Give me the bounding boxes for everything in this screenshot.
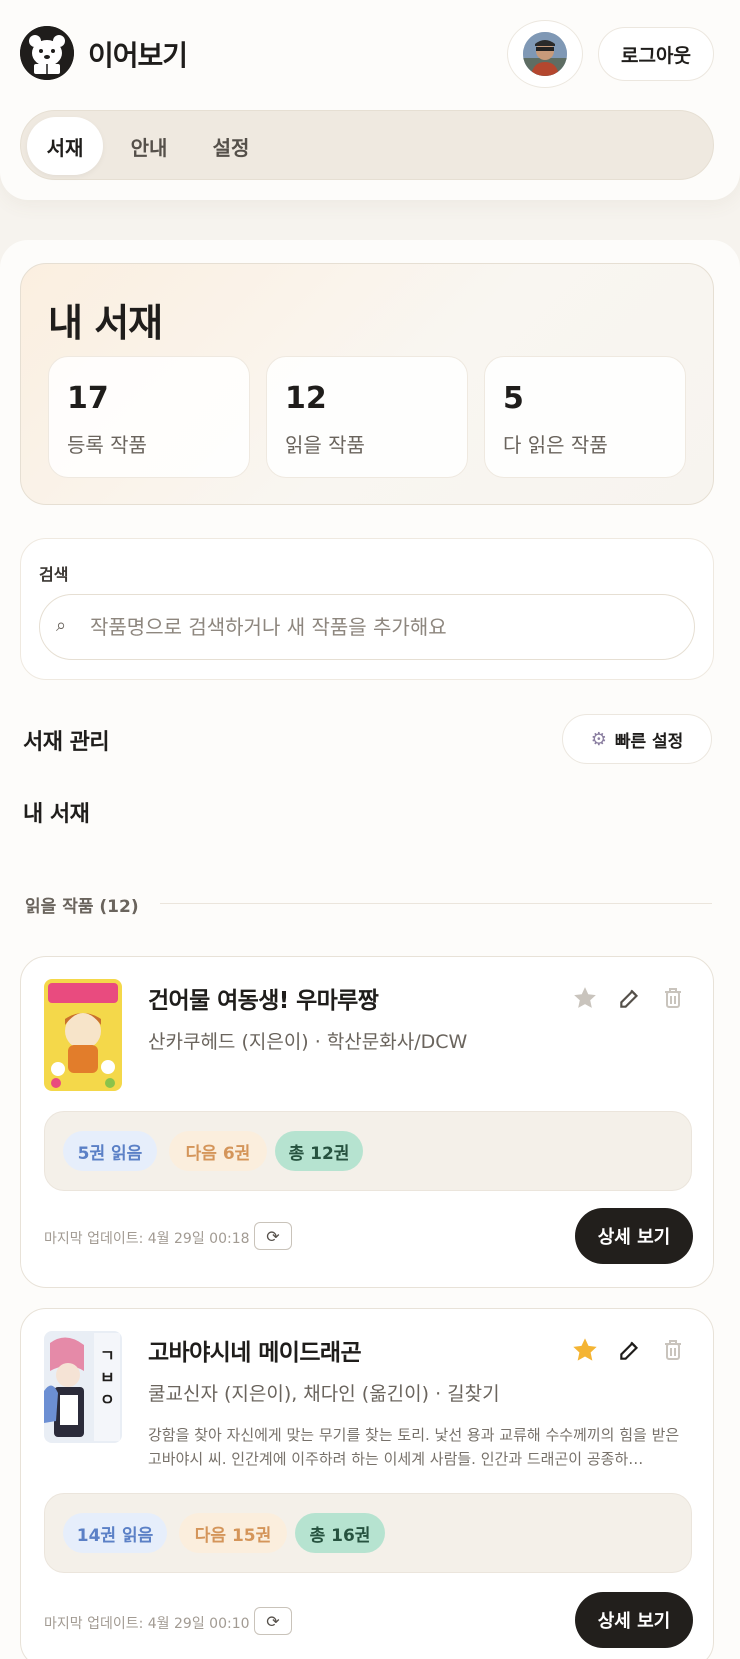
- section-title-management: 서재 관리: [23, 730, 110, 755]
- app-header: 이어보기 로그아웃 서재 안내 설정: [0, 0, 740, 200]
- avatar: [523, 32, 567, 76]
- gear-icon: ⚙: [590, 728, 607, 750]
- search-box[interactable]: ⌕: [39, 594, 695, 660]
- page-title: 내 서재: [48, 301, 163, 345]
- quick-settings-button[interactable]: ⚙ 빠른 설정: [562, 714, 712, 764]
- tab-settings[interactable]: 설정: [193, 117, 269, 175]
- reading-progress: 5권 읽음 다음 6권 총 12권: [44, 1111, 692, 1191]
- search-icon: ⌕: [56, 615, 67, 636]
- search-input[interactable]: [90, 605, 680, 649]
- stat-registered: 17 등록 작품: [48, 356, 250, 478]
- stat-value: 5: [503, 381, 524, 416]
- divider: [160, 903, 712, 904]
- search-card: 검색 ⌕: [20, 538, 714, 680]
- read-count-badge: 14권 읽음: [63, 1513, 167, 1553]
- total-volume-badge: 총 16권: [295, 1513, 385, 1553]
- stat-to-read: 12 읽을 작품: [266, 356, 468, 478]
- svg-text:ㅇ: ㅇ: [100, 1390, 115, 1409]
- book-cover[interactable]: ㄱ ㅂ ㅇ: [44, 1331, 122, 1443]
- stat-label: 읽을 작품: [285, 433, 365, 457]
- stat-label: 등록 작품: [67, 433, 147, 457]
- tab-guide[interactable]: 안내: [111, 117, 187, 175]
- last-updated: 마지막 업데이트: 4월 29일 00:10: [44, 1616, 250, 1632]
- last-updated: 마지막 업데이트: 4월 29일 00:18: [44, 1231, 250, 1247]
- book-meta: 쿨교신자 (지은이), 채다인 (옮긴이) · 길찾기: [148, 1383, 500, 1405]
- book-card: 건어물 여동생! 우마루짱 산카쿠헤드 (지은이) · 학산문화사/DCW 5권…: [20, 956, 714, 1288]
- stat-label: 다 읽은 작품: [503, 433, 608, 457]
- logout-button[interactable]: 로그아웃: [598, 27, 714, 81]
- stat-value: 12: [285, 381, 327, 416]
- delete-icon[interactable]: [656, 1333, 690, 1367]
- refresh-icon[interactable]: ⟳: [254, 1607, 292, 1635]
- favorite-star-icon[interactable]: [568, 981, 602, 1015]
- main-tabs: 서재 안내 설정: [20, 110, 714, 180]
- edit-icon[interactable]: [613, 981, 647, 1015]
- refresh-icon[interactable]: ⟳: [254, 1222, 292, 1250]
- book-title[interactable]: 고바야시네 메이드래곤: [148, 1333, 362, 1367]
- book-title[interactable]: 건어물 여동생! 우마루짱: [148, 981, 379, 1015]
- book-description: 강함을 찾아 자신에게 맞는 무기를 찾는 토리. 낯선 용과 교류해 수수께끼…: [148, 1426, 680, 1468]
- tab-library[interactable]: 서재: [27, 117, 103, 175]
- app-logo: [20, 26, 74, 80]
- detail-button[interactable]: 상세 보기: [575, 1592, 693, 1648]
- book-cover[interactable]: [44, 979, 122, 1091]
- detail-button[interactable]: 상세 보기: [575, 1208, 693, 1264]
- reading-progress: 14권 읽음 다음 15권 총 16권: [44, 1493, 692, 1573]
- book-meta: 산카쿠헤드 (지은이) · 학산문화사/DCW: [148, 1031, 468, 1053]
- edit-icon[interactable]: [613, 1333, 647, 1367]
- profile-button[interactable]: [507, 20, 583, 88]
- book-card: ㄱ ㅂ ㅇ 고바야시네 메이드래곤 쿨교신자 (지은이), 채다인 (옮긴이) …: [20, 1308, 714, 1659]
- favorite-star-icon[interactable]: [568, 1333, 602, 1367]
- svg-text:ㄱ: ㄱ: [100, 1346, 115, 1365]
- stat-finished: 5 다 읽은 작품: [484, 356, 686, 478]
- next-volume-badge: 다음 6권: [169, 1131, 267, 1171]
- quick-settings-label: 빠른 설정: [614, 731, 684, 752]
- delete-icon[interactable]: [656, 981, 690, 1015]
- next-volume-badge: 다음 15권: [179, 1513, 287, 1553]
- svg-text:ㅂ: ㅂ: [100, 1368, 115, 1387]
- read-count-badge: 5권 읽음: [63, 1131, 157, 1171]
- search-label: 검색: [39, 565, 69, 584]
- group-title-to-read: 읽을 작품 (12): [25, 897, 139, 917]
- library-summary: 내 서재 17 등록 작품 12 읽을 작품 5 다 읽은 작품: [20, 263, 714, 505]
- stat-value: 17: [67, 381, 109, 416]
- total-volume-badge: 총 12권: [275, 1131, 363, 1171]
- section-title-my-library: 내 서재: [23, 802, 90, 827]
- app-title: 이어보기: [88, 39, 188, 72]
